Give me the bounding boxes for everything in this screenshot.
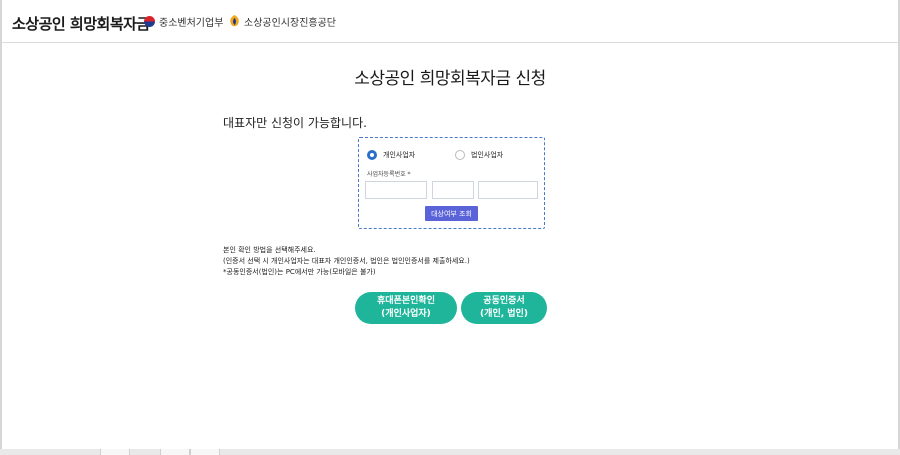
taegeuk-icon xyxy=(144,16,155,27)
guide-line-2: (인증서 선택 시 개인사업자는 대표자 개인인증서, 법인은 법인인증서를 제… xyxy=(223,257,470,265)
guide-line-1: 본인 확인 방법을 선택해주세요. xyxy=(223,246,316,254)
radio-corporate[interactable]: 법인사업자 xyxy=(455,150,503,160)
site-header: 소상공인 희망회복자금 중소벤처기업부 소상공인시장진흥공단 xyxy=(2,0,898,43)
representative-notice: 대표자만 신청이 가능합니다. xyxy=(223,116,367,130)
reg-number-label: 사업자등록번호 * xyxy=(367,171,411,178)
org-mss[interactable]: 중소벤처기업부 xyxy=(144,14,223,29)
reg-number-part3[interactable] xyxy=(478,181,538,199)
business-form: 개인사업자 법인사업자 사업자등록번호 * 대상여부 조회 xyxy=(358,137,545,229)
certificate-button[interactable]: 공동인증서 (개인, 법인) xyxy=(461,292,547,324)
org-semas[interactable]: 소상공인시장진흥공단 xyxy=(229,14,336,29)
taskbar-tab[interactable] xyxy=(100,449,130,455)
eligibility-lookup-button[interactable]: 대상여부 조회 xyxy=(425,206,478,221)
certificate-label: 공동인증서 xyxy=(483,296,525,306)
page-title: 소상공인 희망회복자금 신청 xyxy=(354,69,546,89)
reg-number-part2[interactable] xyxy=(432,181,474,199)
org-mss-label: 중소벤처기업부 xyxy=(159,18,224,29)
reg-number-part1[interactable] xyxy=(365,181,427,199)
radio-checked-icon[interactable] xyxy=(367,150,377,160)
taskbar-tab[interactable] xyxy=(160,449,190,455)
phone-verification-button[interactable]: 휴대폰본인확인 (개인사업자) xyxy=(355,292,457,324)
semas-logo-icon xyxy=(230,15,239,27)
phone-verification-label: 휴대폰본인확인 xyxy=(377,296,435,306)
org-semas-label: 소상공인시장진흥공단 xyxy=(244,18,336,29)
radio-corporate-label: 법인사업자 xyxy=(471,151,504,159)
certificate-sublabel: (개인, 법인) xyxy=(480,309,528,319)
phone-verification-sublabel: (개인사업자) xyxy=(381,309,431,319)
site-brand[interactable]: 소상공인 희망회복자금 xyxy=(12,13,150,34)
verification-guide: 본인 확인 방법을 선택해주세요. (인증서 선택 시 개인사업자는 대표자 개… xyxy=(223,245,470,278)
radio-individual-label: 개인사업자 xyxy=(383,151,416,159)
radio-unchecked-icon[interactable] xyxy=(455,150,465,160)
guide-line-3: *공동인증서(법인)는 PC에서만 가능(모바일은 불가) xyxy=(223,268,376,276)
taskbar-tab[interactable] xyxy=(190,449,220,455)
taskbar-strip xyxy=(0,449,900,455)
radio-individual[interactable]: 개인사업자 xyxy=(367,150,415,160)
